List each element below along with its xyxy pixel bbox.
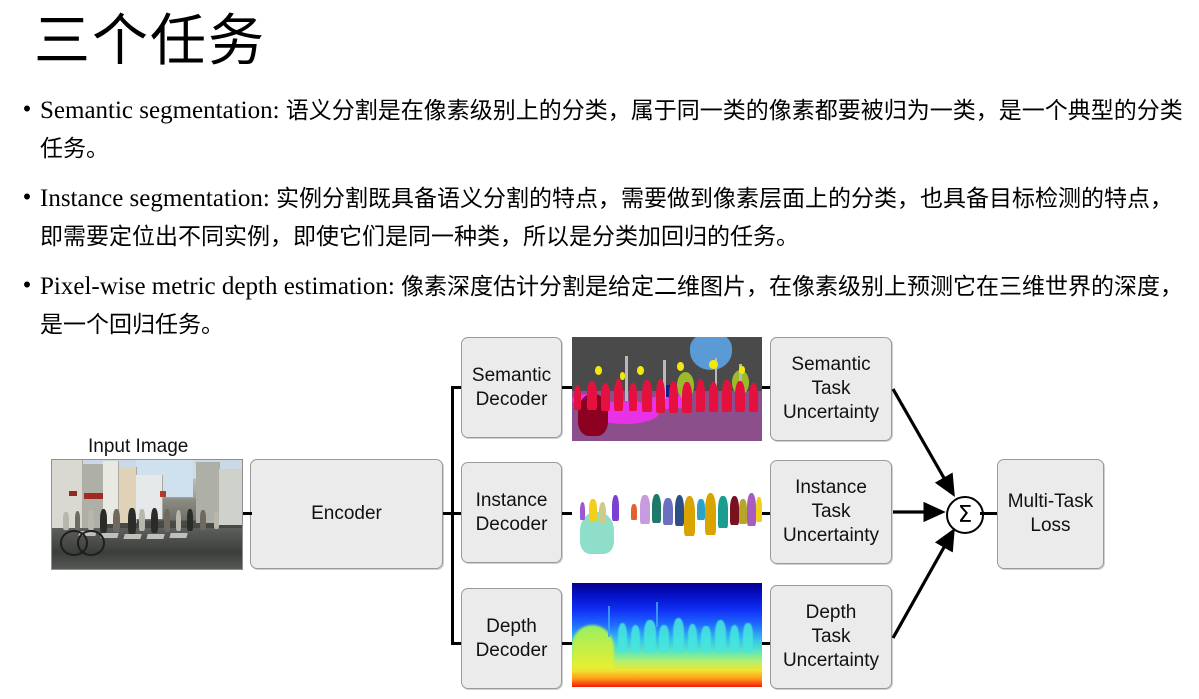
multi-task-loss-node[interactable]: Multi-Task Loss xyxy=(997,459,1104,569)
depth-decoder-label: Depth Decoder xyxy=(475,615,548,661)
input-image-thumbnail xyxy=(51,459,243,570)
instance-segmentation-map xyxy=(572,462,762,566)
semantic-decoder-label: Semantic Decoder xyxy=(471,364,552,410)
encoder-label: Encoder xyxy=(311,503,382,524)
semantic-task-uncertainty-label: Semantic Task Uncertainty xyxy=(782,354,880,423)
instance-task-uncertainty-node[interactable]: Instance Task Uncertainty xyxy=(770,460,892,564)
wire-input-to-encoder xyxy=(243,512,252,515)
architecture-diagram: Input Image Encoder Semantic Decoder Ins… xyxy=(0,320,1199,699)
semantic-segmentation-map xyxy=(572,337,762,441)
summation-node: Σ xyxy=(946,496,984,534)
depth-task-uncertainty-node[interactable]: Depth Task Uncertainty xyxy=(770,585,892,689)
bullet-body: Instance segmentation: 实例分割既具备语义分割的特点，需要… xyxy=(40,180,1189,256)
depth-map xyxy=(572,583,762,687)
bullet-marker: • xyxy=(22,96,32,123)
instance-decoder-label: Instance Decoder xyxy=(475,489,548,535)
input-image-caption: Input Image xyxy=(88,436,189,457)
page-title: 三个任务 xyxy=(34,11,266,73)
encoder-node[interactable]: Encoder xyxy=(250,459,443,569)
bullet-marker: • xyxy=(22,184,32,211)
summation-symbol: Σ xyxy=(957,501,973,528)
depth-task-uncertainty-label: Depth Task Uncertainty xyxy=(782,602,880,671)
arrow-semantic-to-sum xyxy=(891,388,955,497)
depth-decoder-node[interactable]: Depth Decoder xyxy=(461,588,562,689)
bullet-term: Instance segmentation: xyxy=(40,185,270,212)
instance-decoder-node[interactable]: Instance Decoder xyxy=(461,462,562,563)
list-item: • Semantic segmentation: 语义分割是在像素级别上的分类，… xyxy=(14,92,1189,168)
semantic-decoder-node[interactable]: Semantic Decoder xyxy=(461,337,562,438)
wire-sum-to-loss xyxy=(980,512,997,515)
semantic-task-uncertainty-node[interactable]: Semantic Task Uncertainty xyxy=(770,337,892,441)
arrow-depth-to-sum xyxy=(891,527,955,639)
bullet-term: Pixel-wise metric depth estimation: xyxy=(40,273,395,300)
bullet-list: • Semantic segmentation: 语义分割是在像素级别上的分类，… xyxy=(14,92,1189,356)
multi-task-loss-label: Multi-Task Loss xyxy=(1007,491,1094,536)
wire-bus-vertical xyxy=(451,386,454,645)
instance-task-uncertainty-label: Instance Task Uncertainty xyxy=(782,477,880,546)
bullet-marker: • xyxy=(22,272,32,299)
bullet-body: Semantic segmentation: 语义分割是在像素级别上的分类，属于… xyxy=(40,92,1189,168)
bullet-term: Semantic segmentation: xyxy=(40,97,280,124)
list-item: • Instance segmentation: 实例分割既具备语义分割的特点，… xyxy=(14,180,1189,256)
